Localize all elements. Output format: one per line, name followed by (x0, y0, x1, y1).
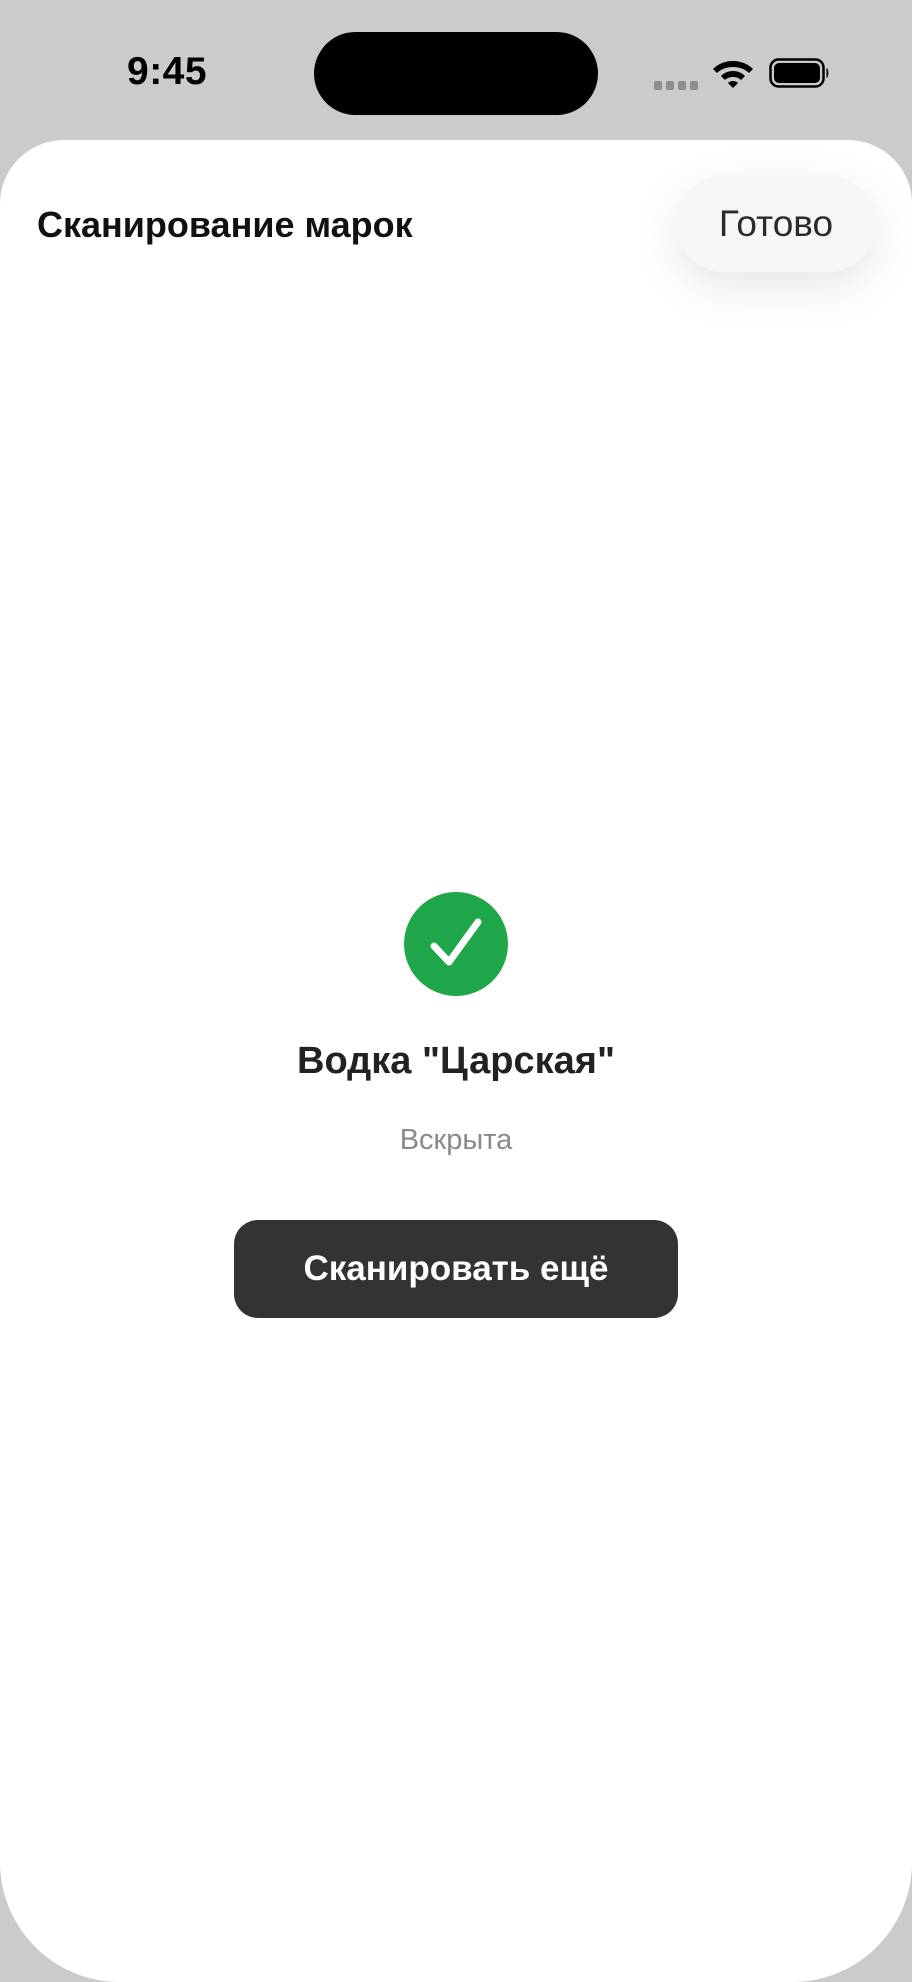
cellular-signal-icon (654, 81, 698, 90)
done-button[interactable]: Готово (676, 176, 876, 272)
scan-sheet: Сканирование марок Готово Водка "Царская… (0, 140, 912, 1982)
wifi-icon (713, 61, 753, 88)
battery-icon (769, 58, 829, 88)
sheet-title: Сканирование марок (37, 204, 413, 245)
status-bar: 9:45 (0, 0, 912, 140)
status-time: 9:45 (127, 50, 208, 93)
dynamic-island (314, 32, 598, 115)
scan-again-button[interactable]: Сканировать ещё (234, 1220, 678, 1318)
product-status: Вскрыта (399, 1124, 513, 1156)
product-name: Водка "Царская" (297, 1040, 615, 1082)
checkmark-circle-icon (404, 892, 508, 996)
phone-screen: 9:45 Сканирование марок Готово Водка "Ца… (0, 0, 912, 1982)
